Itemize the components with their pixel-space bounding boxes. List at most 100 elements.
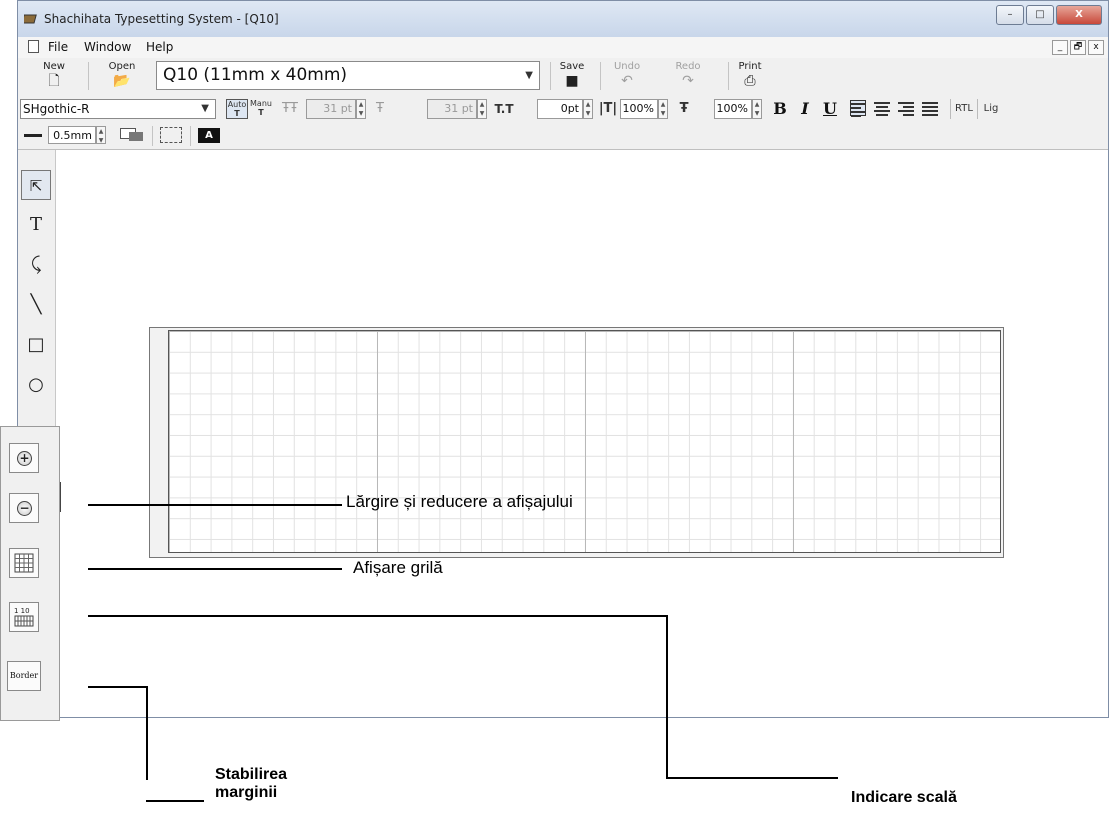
maximize-button[interactable]: □ [1026, 5, 1054, 25]
line-thickness-input[interactable]: 0.5mm [48, 126, 96, 144]
display-tools-panel: + − 1 10 Border [0, 426, 60, 721]
print-button[interactable]: Print ⎙ [734, 61, 766, 93]
save-disk-icon: ■ [565, 73, 579, 89]
font-select[interactable]: SHgothic-R ▼ [20, 99, 216, 119]
ruler-icon: 1 10 [14, 607, 34, 627]
bracket-line [60, 482, 61, 512]
menu-window[interactable]: Window [84, 40, 131, 54]
scale-callout-line-h [88, 615, 668, 617]
zoom-out-button[interactable]: − [9, 493, 39, 523]
label-size-value: Q10 (11mm x 40mm) [163, 65, 348, 85]
border-callout-line-end [146, 800, 204, 802]
zoom-out-icon: − [17, 501, 32, 516]
separator [600, 62, 601, 90]
char-spacing-spinner[interactable]: ▲ ▼ [583, 99, 593, 119]
close-button[interactable]: X [1056, 5, 1102, 25]
chevron-down-icon: ▼ [201, 103, 209, 114]
auto-label: Auto [227, 100, 247, 109]
line-toolbar: 0.5mm ▲ ▼ A [18, 123, 1108, 150]
width-scale-icon: |T| [598, 101, 618, 116]
align-justify-button[interactable] [922, 100, 938, 116]
mdi-close-button[interactable]: x [1088, 40, 1104, 55]
document-icon[interactable] [28, 40, 39, 53]
new-button[interactable]: New 🗋 [38, 61, 70, 93]
open-button[interactable]: Open 📂 [106, 61, 138, 93]
svg-text:1 10: 1 10 [14, 607, 30, 615]
mdi-restore-button[interactable]: 🗗 [1070, 40, 1086, 55]
ligature-button[interactable]: Lig [980, 99, 1002, 119]
font-width-spinner[interactable]: ▲ ▼ [356, 99, 366, 119]
open-label: Open [108, 61, 136, 72]
bold-button[interactable]: B [770, 99, 790, 119]
new-document-icon: 🗋 [48, 73, 60, 89]
border-button[interactable]: Border [7, 661, 41, 691]
new-label: New [43, 61, 65, 72]
chevron-down-icon: ▼ [525, 70, 533, 81]
grid-icon [14, 553, 34, 573]
print-label: Print [738, 61, 762, 72]
align-left-button[interactable] [850, 100, 866, 117]
zoom-in-button[interactable]: + [9, 443, 39, 473]
align-center-button[interactable] [874, 100, 890, 116]
open-folder-icon: 📂 [113, 73, 131, 89]
font-value: SHgothic-R [23, 102, 90, 116]
scale-button[interactable]: 1 10 [9, 602, 39, 632]
height-scale-spinner[interactable]: ▲ ▼ [752, 99, 762, 119]
width-scale-spinner[interactable]: ▲ ▼ [658, 99, 668, 119]
label-design-area[interactable] [168, 330, 1001, 553]
auto-size-button[interactable]: Auto T [226, 99, 248, 119]
align-right-button[interactable] [898, 100, 914, 116]
invert-icon[interactable]: A [198, 128, 220, 143]
border-annotation-line2: marginii [215, 784, 278, 801]
redo-icon: ↷ [682, 73, 694, 89]
undo-button[interactable]: Undo ↶ [611, 61, 643, 93]
font-height-input[interactable]: 31 pt [427, 99, 477, 119]
pen-tool-icon[interactable]: ⤹ [21, 250, 51, 280]
manual-size-button[interactable]: Manu T [250, 99, 272, 119]
app-logo-icon [24, 14, 37, 24]
font-width-input[interactable]: 31 pt [306, 99, 356, 119]
manu-label: Manu [250, 99, 272, 108]
zoom-in-icon: + [17, 451, 32, 466]
separator [728, 62, 729, 90]
width-scale-input[interactable]: 100% [620, 99, 658, 119]
ellipse-tool-icon[interactable]: ○ [21, 370, 51, 400]
undo-label: Undo [613, 61, 641, 72]
label-size-select[interactable]: Q10 (11mm x 40mm) ▼ [156, 61, 540, 90]
minimize-button[interactable]: – [996, 5, 1024, 25]
title-bar: Shachihata Typesetting System - [Q10] – … [18, 1, 1108, 38]
select-arrow-icon[interactable]: ⇱ [21, 170, 51, 200]
zoom-annotation: Lărgire și reducere a afișajului [346, 492, 573, 511]
shadow-icon[interactable] [120, 128, 146, 142]
border-annotation-line1: Stabilirea [215, 766, 288, 783]
line-thickness-icon [24, 134, 42, 137]
italic-button[interactable]: I [795, 99, 815, 119]
font-height-spinner[interactable]: ▲ ▼ [477, 99, 487, 119]
height-scale-input[interactable]: 100% [714, 99, 752, 119]
menu-file[interactable]: File [48, 40, 68, 54]
char-spacing-input[interactable]: 0pt [537, 99, 583, 119]
text-tool-button[interactable]: T [21, 210, 51, 240]
rectangle-tool-icon[interactable]: □ [21, 330, 51, 360]
zoom-callout-line [88, 504, 342, 506]
grid-button[interactable] [9, 548, 39, 578]
save-button[interactable]: Save ■ [556, 61, 588, 93]
format-toolbar: SHgothic-R ▼ Auto T Manu T ŦŦ 31 pt ▲ ▼ Ŧ 3… [18, 95, 1108, 124]
underline-button[interactable]: U [820, 99, 840, 119]
line-tool-icon[interactable]: ╲ [21, 290, 51, 320]
redo-label: Redo [675, 61, 701, 72]
scale-callout-line-end [666, 777, 838, 779]
frame-icon[interactable] [160, 127, 182, 143]
line-thickness-spinner[interactable]: ▲ ▼ [96, 126, 106, 144]
window-title: Shachihata Typesetting System - [Q10] [44, 12, 279, 26]
grid-callout-line [88, 568, 342, 570]
scale-callout-line-v [666, 615, 668, 779]
border-callout-line-h [88, 686, 148, 688]
border-callout-line-v [146, 686, 148, 780]
redo-button[interactable]: Redo ↷ [672, 61, 704, 93]
mdi-minimize-button[interactable]: _ [1052, 40, 1068, 55]
separator [190, 126, 191, 146]
rtl-button[interactable]: RTL [950, 99, 978, 119]
menu-help[interactable]: Help [146, 40, 173, 54]
scale-annotation: Indicare scală [851, 789, 957, 806]
